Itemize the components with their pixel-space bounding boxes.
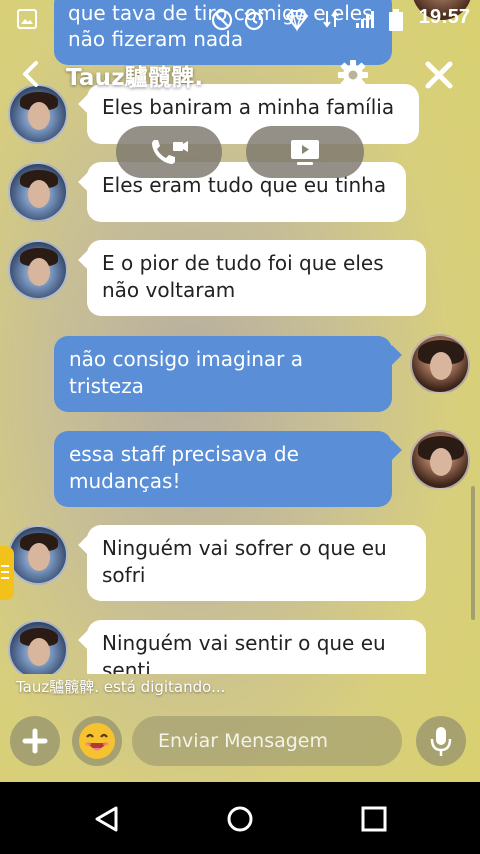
alarm-icon bbox=[244, 10, 264, 31]
side-menu-handle[interactable] bbox=[0, 546, 14, 600]
message-text: Ninguém vai sofrer o que eu sofri bbox=[102, 536, 387, 587]
avatar-face bbox=[28, 180, 50, 208]
avatar[interactable] bbox=[8, 162, 68, 222]
recents-nav-icon[interactable] bbox=[360, 805, 388, 833]
voice-call-button[interactable] bbox=[116, 126, 222, 178]
do-not-disturb-icon bbox=[211, 9, 233, 31]
phone-call-icon bbox=[152, 140, 188, 164]
message-input[interactable] bbox=[132, 716, 402, 766]
message-bubble-incoming[interactable]: E o pior de tudo foi que eles não voltar… bbox=[87, 240, 426, 316]
message-text: Eles baniram a minha família bbox=[102, 95, 395, 119]
message-text: E o pior de tudo foi que eles não voltar… bbox=[102, 251, 384, 302]
clock: 19:57 bbox=[418, 6, 470, 28]
signal-icon bbox=[356, 11, 374, 28]
avatar-face bbox=[430, 448, 452, 476]
screening-room-button[interactable] bbox=[246, 126, 364, 178]
gallery-icon bbox=[17, 9, 37, 29]
chat-title[interactable]: Tauz驢髖髀. bbox=[66, 58, 203, 92]
data-saver-icon bbox=[285, 10, 309, 32]
avatar[interactable] bbox=[8, 620, 68, 674]
avatar-face bbox=[28, 638, 50, 666]
message-bubble-incoming[interactable]: Ninguém vai sofrer o que eu sofri bbox=[87, 525, 426, 601]
avatar-face bbox=[28, 102, 50, 130]
sync-icon bbox=[323, 10, 339, 28]
voice-message-button[interactable] bbox=[416, 716, 466, 766]
chat-header: Tauz驢髖髀. bbox=[0, 52, 480, 96]
typing-indicator: Tauz驢髖髀. está digitando... bbox=[16, 678, 226, 696]
message-text: Ninguém vai sentir o que eu senti bbox=[102, 631, 386, 674]
menu-lines-icon bbox=[1, 565, 9, 579]
video-screen-icon bbox=[291, 140, 319, 165]
plus-icon bbox=[22, 728, 48, 754]
page-title: Tauz驢髖髀. bbox=[66, 65, 204, 91]
add-button[interactable] bbox=[10, 716, 60, 766]
close-icon[interactable] bbox=[424, 60, 454, 90]
chat-screen: que tava de tiro comigo e eles não fizer… bbox=[0, 0, 480, 782]
message-bubble-incoming[interactable]: Ninguém vai sentir o que eu senti bbox=[87, 620, 426, 674]
back-arrow-icon[interactable] bbox=[18, 60, 44, 88]
battery-icon bbox=[389, 9, 403, 31]
avatar-face bbox=[28, 543, 50, 571]
avatar[interactable] bbox=[8, 525, 68, 585]
back-nav-icon[interactable] bbox=[92, 804, 122, 834]
smiley-icon bbox=[79, 723, 115, 759]
message-bubble-outgoing[interactable]: essa staff precisava de mudanças! bbox=[54, 431, 392, 507]
message-text: essa staff precisava de mudanças! bbox=[69, 442, 299, 493]
message-text: não consigo imaginar a tristeza bbox=[69, 347, 304, 398]
navigation-bar bbox=[0, 782, 480, 854]
status-bar: 19:57 bbox=[0, 0, 480, 38]
avatar[interactable] bbox=[8, 240, 68, 300]
sticker-button[interactable] bbox=[72, 716, 122, 766]
message-bubble-outgoing[interactable]: não consigo imaginar a tristeza bbox=[54, 336, 392, 412]
home-nav-icon[interactable] bbox=[225, 804, 255, 834]
avatar-face bbox=[28, 258, 50, 286]
composer-bar bbox=[0, 706, 480, 782]
gear-icon[interactable] bbox=[336, 58, 370, 92]
avatar[interactable] bbox=[410, 334, 470, 394]
message-clip: Ninguém vai sentir o que eu senti bbox=[0, 600, 480, 674]
microphone-icon bbox=[430, 727, 452, 756]
scrollbar[interactable] bbox=[471, 486, 475, 620]
avatar-face bbox=[430, 352, 452, 380]
avatar[interactable] bbox=[410, 430, 470, 490]
